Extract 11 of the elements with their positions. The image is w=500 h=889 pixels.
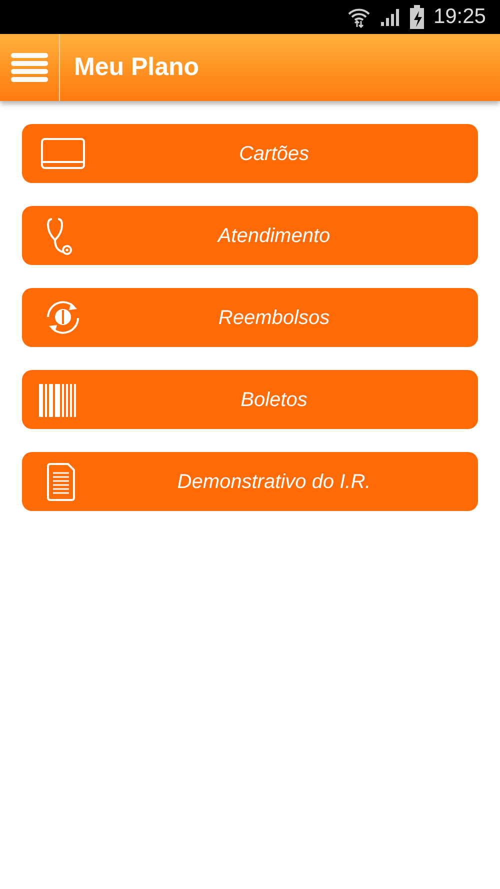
signal-icon (379, 6, 402, 28)
menu-item-button[interactable]: Atendimento (22, 206, 478, 265)
menu-item-button[interactable]: Cartões (22, 124, 478, 183)
wifi-icon (347, 6, 372, 28)
menu-item-button[interactable]: Demonstrativo do I.R. (22, 452, 478, 511)
battery-icon (409, 5, 426, 29)
status-time: 19:25 (433, 4, 486, 30)
menu-item-button[interactable]: Boletos (22, 370, 478, 429)
menu-icon (11, 53, 48, 82)
menu-item-button[interactable]: Reembolsos (22, 288, 478, 347)
app-title: Meu Plano (74, 52, 200, 83)
